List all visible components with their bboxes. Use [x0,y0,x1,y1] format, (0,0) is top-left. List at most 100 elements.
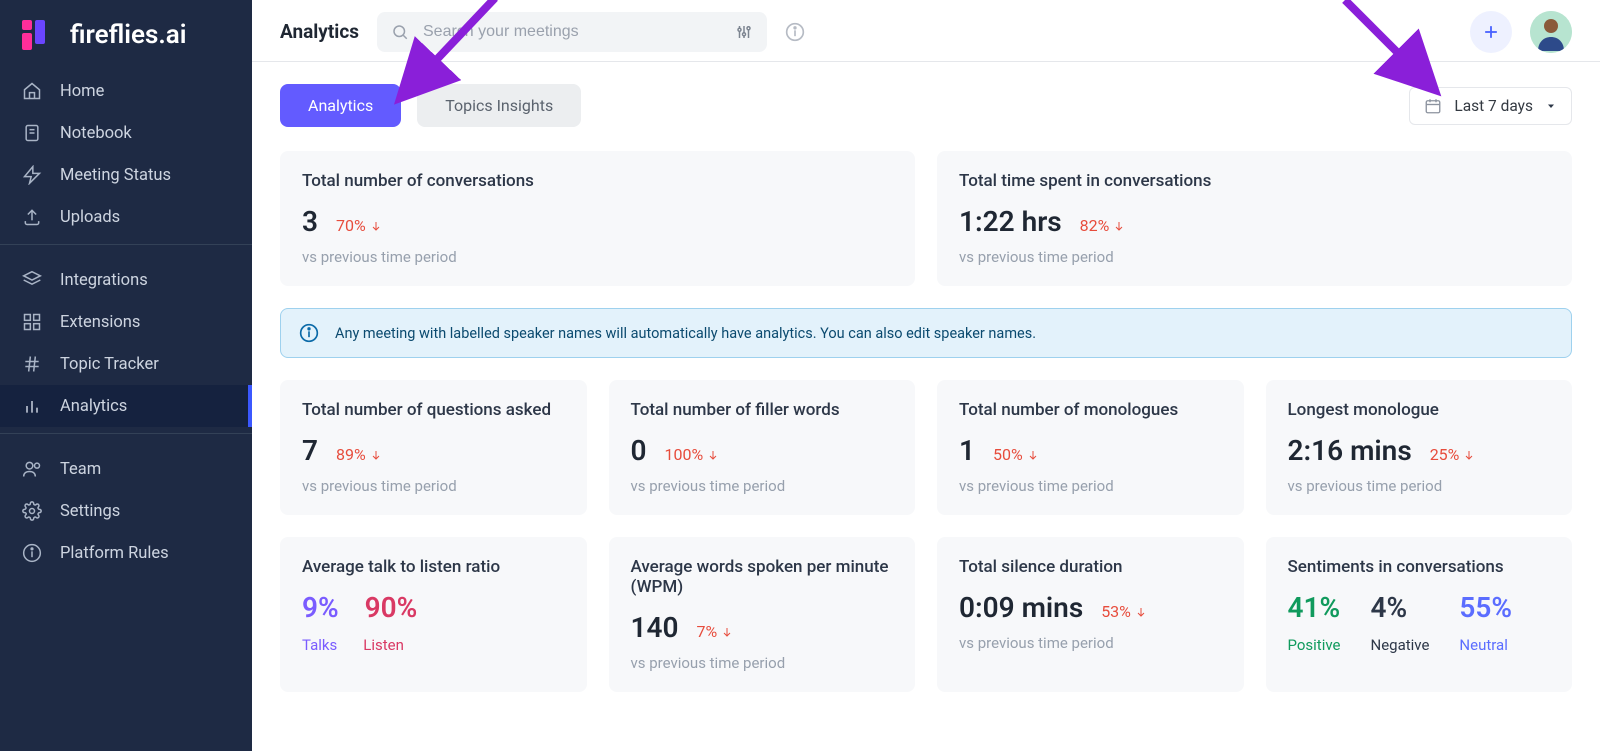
card-delta: 89% [336,445,382,464]
tab-topics-insights[interactable]: Topics Insights [417,84,581,127]
sidebar-item-label: Settings [60,502,120,521]
help-info-icon[interactable] [785,22,805,42]
users-icon [22,459,42,479]
card-delta: 25% [1430,445,1476,464]
tabs-row: Analytics Topics Insights Last 7 days [280,84,1572,127]
arrow-down-icon [707,449,719,461]
card-value: 0 [631,434,647,467]
logo-icon [22,18,56,52]
upload-icon [22,207,42,227]
info-banner-text: Any meeting with labelled speaker names … [335,325,1036,342]
bolt-icon [22,165,42,185]
page-title: Analytics [280,20,359,43]
sidebar-item-settings[interactable]: Settings [0,490,252,532]
sidebar-item-extensions[interactable]: Extensions [0,301,252,343]
card-title: Longest monologue [1288,400,1551,420]
sidebar-item-label: Meeting Status [60,166,171,185]
date-range-picker[interactable]: Last 7 days [1409,87,1572,125]
sidebar-item-label: Integrations [60,271,148,290]
ratio-talks-label: Talks [302,636,337,654]
sidebar-item-label: Home [60,82,104,101]
arrow-down-icon [1113,220,1125,232]
sentiment-negative-value: 4% [1371,591,1430,624]
chevron-down-icon [1545,100,1557,112]
sidebar: fireflies.ai Home Notebook Meeting Statu… [0,0,252,751]
search-box[interactable] [377,12,767,52]
sidebar-item-label: Uploads [60,208,120,227]
notebook-icon [22,123,42,143]
card-sentiments: Sentiments in conversations 41% Positive… [1266,537,1573,692]
gear-icon [22,501,42,521]
card-sub: vs previous time period [959,477,1222,495]
sidebar-item-label: Analytics [60,397,127,416]
sidebar-item-platform-rules[interactable]: Platform Rules [0,532,252,574]
ratio-talks-value: 9% [302,591,339,624]
sidebar-item-meeting-status[interactable]: Meeting Status [0,154,252,196]
sidebar-item-label: Extensions [60,313,140,332]
card-delta: 7% [696,622,733,641]
brand-text: fireflies.ai [70,20,187,50]
card-value: 2:16 mins [1288,434,1412,467]
sidebar-item-label: Topic Tracker [60,355,159,374]
nav-divider [0,244,252,245]
sentiment-neutral-value: 55% [1459,591,1512,624]
card-total-time: Total time spent in conversations 1:22 h… [937,151,1572,286]
info-banner: Any meeting with labelled speaker names … [280,308,1572,358]
card-delta: 100% [664,445,719,464]
card-total-conversations: Total number of conversations 3 70% vs p… [280,151,915,286]
card-title: Total silence duration [959,557,1222,577]
sentiment-positive-label: Positive [1288,636,1341,654]
card-title: Average talk to listen ratio [302,557,565,577]
user-avatar[interactable] [1530,11,1572,53]
sidebar-item-label: Notebook [60,124,132,143]
card-delta: 82% [1080,216,1126,235]
card-silence-duration: Total silence duration 0:09 mins 53% vs … [937,537,1244,692]
topbar: Analytics [252,0,1600,62]
layers-icon [22,270,42,290]
card-title: Total number of conversations [302,171,893,191]
brand[interactable]: fireflies.ai [0,0,252,62]
card-sub: vs previous time period [959,248,1550,266]
sidebar-item-topic-tracker[interactable]: Topic Tracker [0,343,252,385]
card-title: Total number of filler words [631,400,894,420]
card-longest-monologue: Longest monologue 2:16 mins 25% vs previ… [1266,380,1573,515]
card-delta: 70% [336,216,382,235]
ratio-listen-label: Listen [363,636,404,654]
main: Analytics Analytics Topics Insights [252,0,1600,751]
nav-divider [0,433,252,434]
card-delta: 53% [1101,602,1147,621]
card-value: 1 [959,434,975,467]
ratio-listen-value: 90% [365,591,418,624]
card-monologues: Total number of monologues 1 50% vs prev… [937,380,1244,515]
content: Analytics Topics Insights Last 7 days To… [252,62,1600,736]
card-delta: 50% [993,445,1039,464]
card-talk-listen-ratio: Average talk to listen ratio 9% 90% Talk… [280,537,587,692]
sidebar-item-integrations[interactable]: Integrations [0,259,252,301]
card-sub: vs previous time period [302,477,565,495]
sidebar-item-home[interactable]: Home [0,70,252,112]
card-questions: Total number of questions asked 7 89% vs… [280,380,587,515]
card-sub: vs previous time period [631,654,894,672]
sentiment-neutral-label: Neutral [1459,636,1512,654]
sliders-icon[interactable] [735,23,753,41]
add-button[interactable] [1470,11,1512,53]
sidebar-item-label: Team [60,460,101,479]
card-title: Total number of questions asked [302,400,565,420]
sidebar-item-notebook[interactable]: Notebook [0,112,252,154]
sidebar-item-team[interactable]: Team [0,448,252,490]
hash-icon [22,354,42,374]
info-circle-icon [299,323,319,343]
card-value: 1:22 hrs [959,205,1062,238]
card-sub: vs previous time period [959,634,1222,652]
grid-icon [22,312,42,332]
calendar-icon [1424,97,1442,115]
tab-analytics[interactable]: Analytics [280,84,401,127]
card-value: 140 [631,611,679,644]
sidebar-item-uploads[interactable]: Uploads [0,196,252,238]
sidebar-item-analytics[interactable]: Analytics [0,385,252,427]
card-value: 0:09 mins [959,591,1083,624]
arrow-down-icon [1135,606,1147,618]
search-icon [391,23,409,41]
card-title: Total number of monologues [959,400,1222,420]
search-input[interactable] [421,22,723,42]
